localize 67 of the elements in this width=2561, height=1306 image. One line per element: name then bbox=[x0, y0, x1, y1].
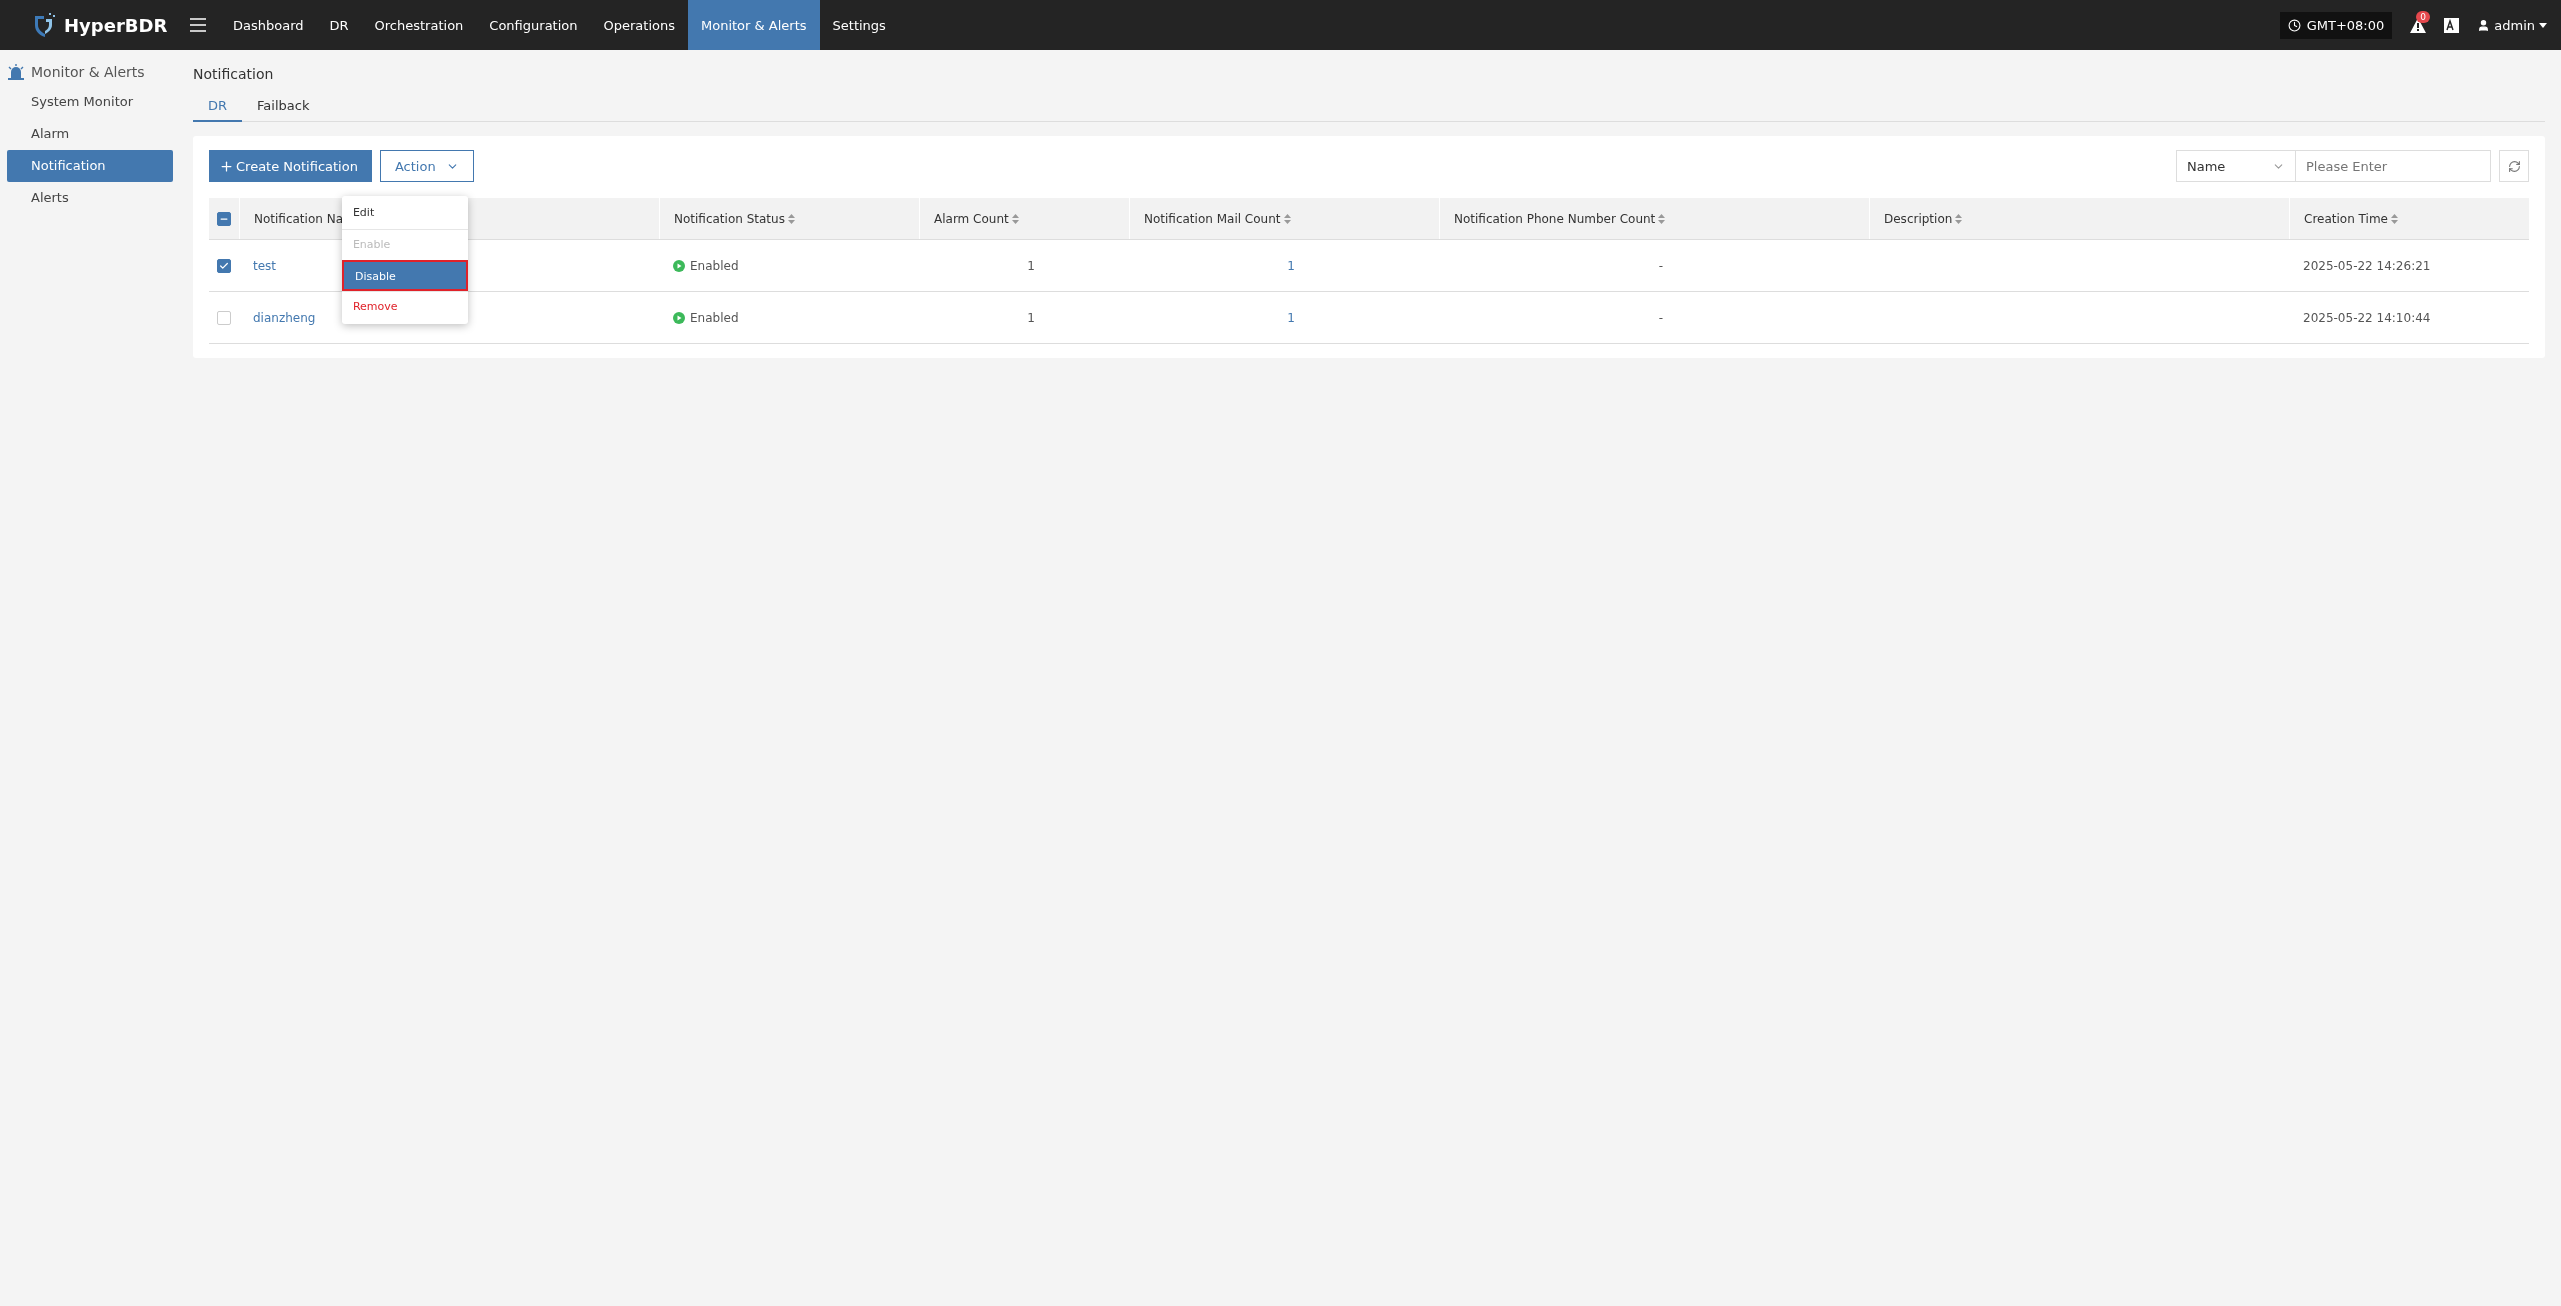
alert-count-badge: 0 bbox=[2416, 10, 2430, 23]
notification-name-link[interactable]: test bbox=[253, 258, 277, 273]
user-menu[interactable]: admin bbox=[2477, 17, 2547, 33]
column-header: Notification Phone Number Count bbox=[1454, 211, 1656, 226]
menu-item[interactable]: Remove bbox=[341, 291, 468, 322]
sort-icon[interactable] bbox=[1658, 213, 1666, 224]
table-cell: 1 bbox=[1027, 310, 1035, 325]
table-cell: - bbox=[1658, 310, 1664, 325]
status-play-icon bbox=[673, 259, 685, 272]
nav-item[interactable]: Orchestration bbox=[361, 0, 477, 50]
sidebar-item[interactable]: Alerts bbox=[7, 182, 173, 214]
status-text: Enabled bbox=[690, 258, 739, 273]
column-header: Creation Time bbox=[2304, 211, 2388, 226]
nav-item[interactable]: DR bbox=[316, 0, 362, 50]
select-all-checkbox[interactable] bbox=[217, 211, 231, 226]
menu-icon[interactable] bbox=[190, 18, 206, 32]
column-header: Alarm Count bbox=[934, 211, 1009, 226]
clock-icon bbox=[2287, 18, 2301, 32]
siren-icon bbox=[7, 64, 25, 80]
row-checkbox[interactable] bbox=[217, 258, 231, 273]
table-cell: 2025-05-22 14:26:21 bbox=[2303, 258, 2431, 273]
column-header: Description bbox=[1884, 211, 1953, 226]
tab[interactable]: DR bbox=[193, 92, 243, 122]
search-field-select[interactable]: Name bbox=[2176, 150, 2296, 182]
sort-icon[interactable] bbox=[2390, 213, 2398, 224]
check-icon bbox=[219, 260, 229, 271]
notification-name-link[interactable]: dianzheng bbox=[253, 310, 316, 325]
nav-item[interactable]: Configuration bbox=[476, 0, 591, 50]
caret-icon bbox=[2539, 22, 2547, 28]
nav-item[interactable]: Monitor & Alerts bbox=[688, 0, 820, 50]
sort-icon[interactable] bbox=[1283, 213, 1291, 224]
translate-icon[interactable] bbox=[2444, 17, 2460, 33]
refresh-button[interactable] bbox=[2499, 150, 2529, 182]
plus-icon bbox=[219, 158, 234, 174]
table-cell: 2025-05-22 14:10:44 bbox=[2303, 310, 2431, 325]
create-button[interactable]: Create Notification bbox=[209, 150, 372, 182]
table-cell: - bbox=[1658, 258, 1664, 273]
shield-logo-icon bbox=[34, 13, 56, 37]
table-cell: 1 bbox=[1027, 258, 1035, 273]
sidebar-item[interactable]: Notification bbox=[7, 150, 173, 182]
action-button[interactable]: Action bbox=[379, 150, 474, 182]
timezone-button[interactable]: GMT+08:00 bbox=[2279, 11, 2393, 39]
nav-item[interactable]: Operations bbox=[590, 0, 688, 50]
nav-item[interactable]: Dashboard bbox=[220, 0, 317, 50]
row-checkbox[interactable] bbox=[217, 310, 231, 325]
sort-icon[interactable] bbox=[1011, 213, 1019, 224]
user-icon bbox=[2477, 18, 2491, 32]
mail-count-link[interactable]: 1 bbox=[1287, 258, 1295, 273]
menu-item[interactable]: Disable bbox=[341, 260, 468, 291]
sidebar-item[interactable]: System Monitor bbox=[7, 86, 173, 118]
sort-icon[interactable] bbox=[1955, 213, 1963, 224]
tab[interactable]: Failback bbox=[242, 92, 325, 122]
column-header: Notification Status bbox=[674, 211, 785, 226]
status-play-icon bbox=[673, 311, 685, 324]
sidebar-item[interactable]: Alarm bbox=[7, 118, 173, 150]
brand-name: HyperBDR bbox=[64, 14, 168, 36]
mail-count-link[interactable]: 1 bbox=[1287, 310, 1295, 325]
sort-icon[interactable] bbox=[787, 213, 795, 224]
column-header: Notification Na bbox=[254, 211, 343, 226]
menu-item[interactable]: Edit bbox=[341, 198, 468, 229]
status-text: Enabled bbox=[690, 310, 739, 325]
search-field[interactable]: Please Enter bbox=[2296, 150, 2491, 182]
refresh-icon bbox=[2507, 159, 2521, 173]
page-title: Notification bbox=[193, 66, 275, 82]
sidebar-title: Monitor & Alerts bbox=[31, 64, 145, 80]
column-header: Notification Mail Count bbox=[1144, 211, 1281, 226]
nav-item[interactable]: Settings bbox=[819, 0, 899, 50]
